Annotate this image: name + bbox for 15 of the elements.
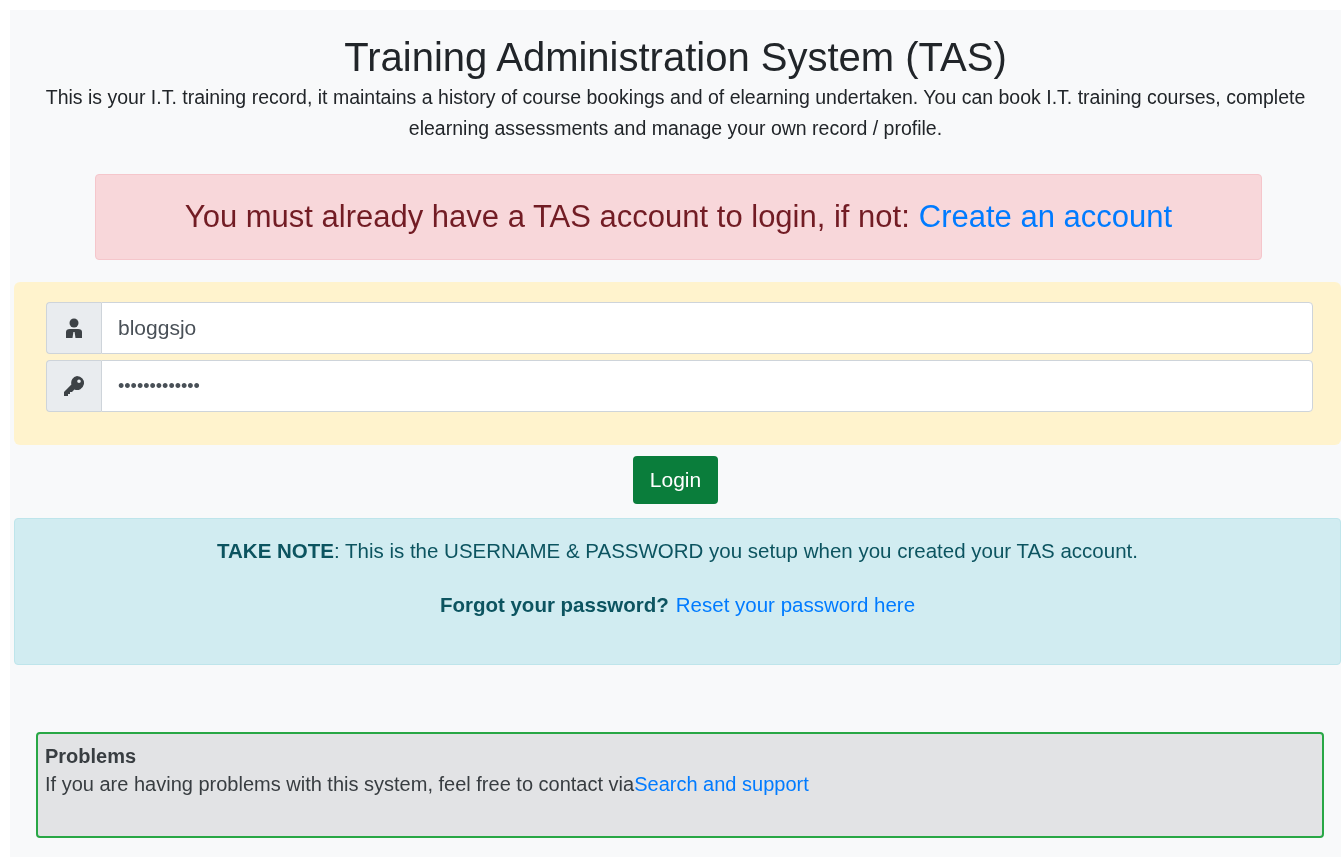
forgot-password-label: Forgot your password? [439,593,669,618]
create-account-link[interactable]: Create an account [918,199,1173,236]
intro-text: This is your I.T. training record, it maintains a history of course bookings and of elearning undertaken. You can book I.T. training courses, complete elearning assessments and manage your own record / profile. [44,85,1307,142]
login-button[interactable]: Login [632,456,719,505]
support-link[interactable]: Search and support [634,773,809,796]
problems-text: If you are having problems with this system, feel free to contact via [45,773,635,796]
note-text: TAKE NOTE: This is the USERNAME & PASSWORD you setup when you created your TAS account. [217,539,1138,564]
reset-password-link[interactable]: Reset your password here [675,593,916,618]
page-title: Training Administration System (TAS) [344,34,1007,80]
password-field[interactable]: ••••••••••••• [101,360,1313,413]
problems-title: Problems [45,744,138,769]
user-icon [65,318,83,339]
key-icon [63,375,85,398]
alert-text: You must already have a TAS account to login, if not: [184,199,910,236]
username-field[interactable]: bloggsjo [101,302,1313,355]
